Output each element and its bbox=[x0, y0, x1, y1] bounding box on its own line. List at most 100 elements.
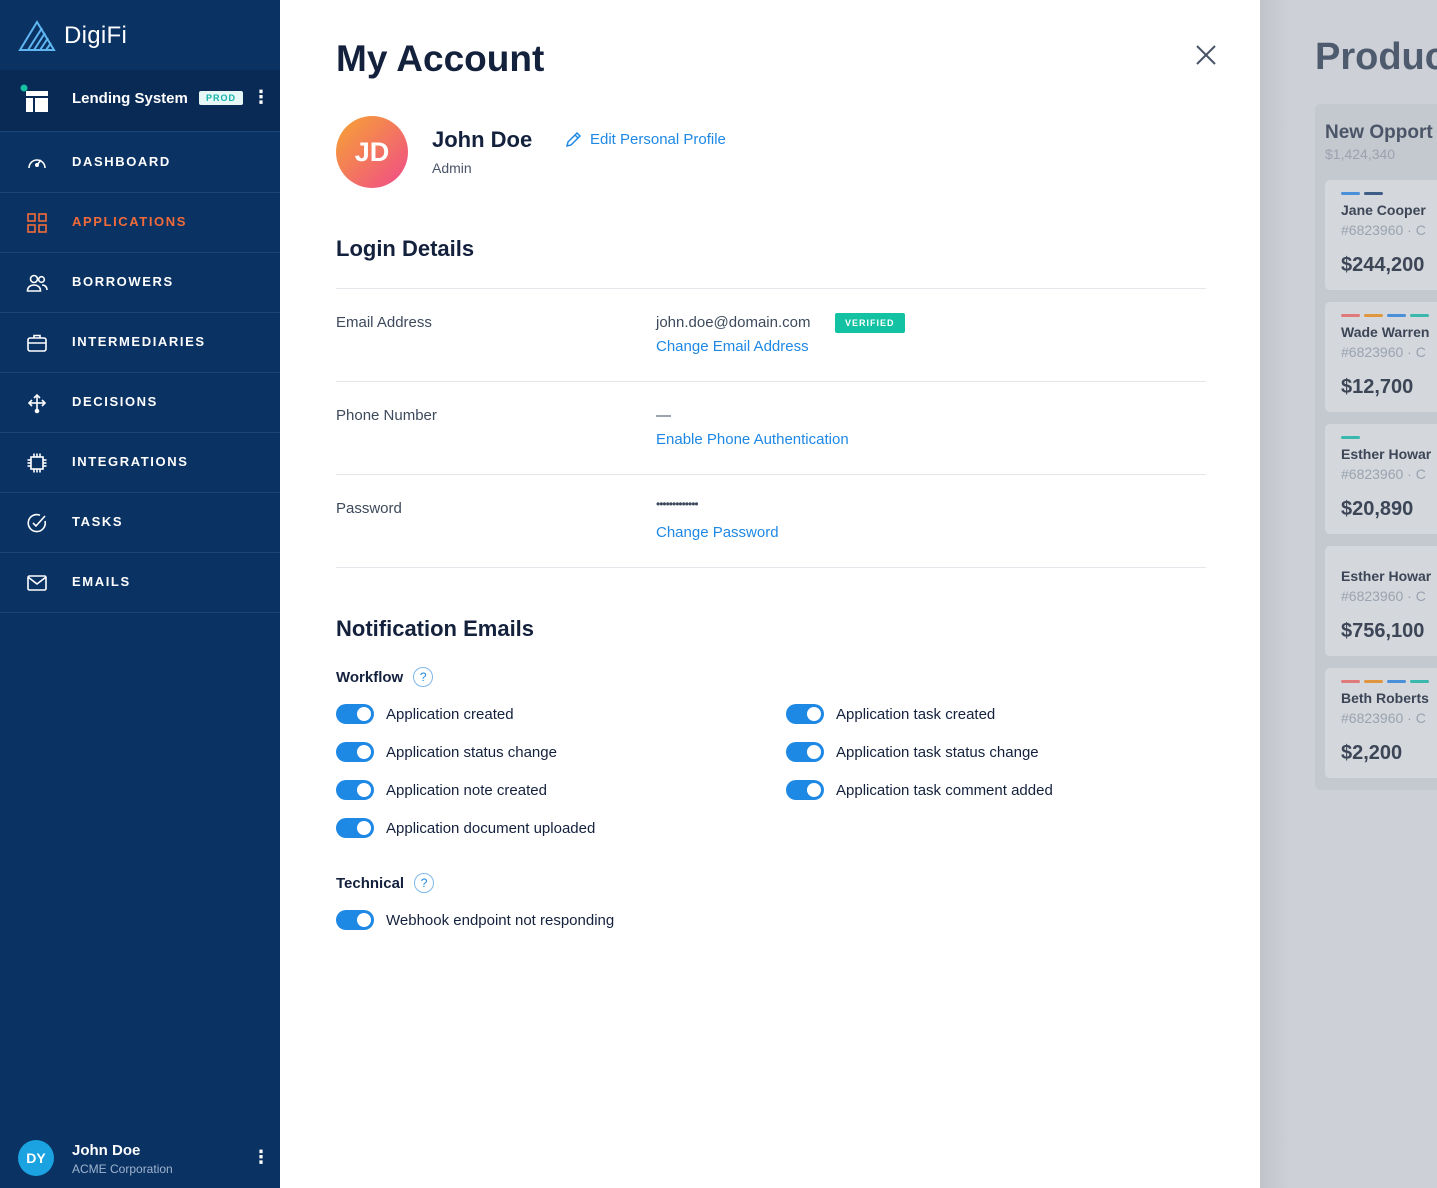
envelope-icon bbox=[27, 575, 47, 591]
toggle-switch[interactable] bbox=[786, 704, 824, 724]
notification-toggle-row: Application status change bbox=[336, 742, 557, 762]
brand-name: DigiFi bbox=[64, 22, 128, 49]
card-tag bbox=[1341, 436, 1360, 439]
toggle-switch[interactable] bbox=[336, 742, 374, 762]
change-password-link[interactable]: Change Password bbox=[656, 524, 779, 541]
card-tag bbox=[1410, 680, 1429, 683]
email-value: john.doe@domain.com bbox=[656, 314, 811, 331]
close-icon[interactable] bbox=[1190, 40, 1222, 72]
notification-toggle-row: Application document uploaded bbox=[336, 818, 595, 838]
sidebar-item-label: BORROWERS bbox=[72, 274, 174, 289]
card-tag bbox=[1410, 314, 1429, 317]
card-tag bbox=[1364, 192, 1383, 195]
technical-label: Technical bbox=[336, 874, 405, 892]
lending-system-icon bbox=[20, 84, 48, 112]
toggle-switch[interactable] bbox=[786, 742, 824, 762]
toggle-switch[interactable] bbox=[336, 780, 374, 800]
card-tag bbox=[1364, 314, 1383, 317]
users-icon bbox=[26, 274, 48, 292]
workflow-group-title: Workflow ? bbox=[336, 667, 434, 687]
opportunity-card: Esther Howar #6823960 · C $756,100 bbox=[1325, 546, 1437, 656]
toggle-switch[interactable] bbox=[786, 780, 824, 800]
system-name: Lending System bbox=[72, 90, 188, 107]
card-id: #6823960 · C bbox=[1341, 710, 1426, 726]
sidebar-item-dashboard[interactable]: DASHBOARD bbox=[0, 133, 280, 193]
divider bbox=[336, 474, 1206, 475]
sidebar-item-label: INTERMEDIARIES bbox=[72, 334, 206, 349]
opportunity-card: Beth Roberts #6823960 · C $2,200 bbox=[1325, 668, 1437, 778]
sidebar-item-applications[interactable]: APPLICATIONS bbox=[0, 193, 280, 253]
background-page-title: Produc bbox=[1315, 36, 1437, 78]
divider bbox=[336, 288, 1206, 289]
verified-badge: VERIFIED bbox=[835, 313, 905, 333]
toggle-label: Application task created bbox=[836, 705, 996, 723]
sidebar-item-label: DASHBOARD bbox=[72, 154, 171, 169]
toggle-switch[interactable] bbox=[336, 818, 374, 838]
opportunity-card: Esther Howar #6823960 · C $20,890 bbox=[1325, 424, 1437, 534]
card-tag bbox=[1387, 314, 1406, 317]
sidebar-item-tasks[interactable]: TASKS bbox=[0, 493, 280, 553]
sidebar-item-label: INTEGRATIONS bbox=[72, 454, 189, 469]
card-id: #6823960 · C bbox=[1341, 466, 1426, 482]
notification-emails-title: Notification Emails bbox=[336, 616, 535, 641]
system-switcher[interactable]: Lending System PROD ⋮ bbox=[0, 70, 280, 132]
pencil-icon bbox=[565, 131, 582, 148]
sidebar-item-borrowers[interactable]: BORROWERS bbox=[0, 253, 280, 313]
sidebar-item-label: APPLICATIONS bbox=[72, 214, 188, 229]
toggle-label: Application document uploaded bbox=[386, 819, 596, 837]
notification-toggle-row: Application task created bbox=[786, 704, 995, 724]
edit-profile-link[interactable]: Edit Personal Profile bbox=[565, 131, 726, 148]
card-tags bbox=[1341, 680, 1429, 683]
login-details-title: Login Details bbox=[336, 236, 475, 261]
user-company: ACME Corporation bbox=[72, 1162, 173, 1176]
chip-icon bbox=[27, 453, 47, 473]
email-label: Email Address bbox=[336, 314, 432, 331]
vertical-dots-icon[interactable]: ⋮ bbox=[252, 87, 270, 109]
sidebar-item-label: TASKS bbox=[72, 514, 124, 529]
environment-badge: PROD bbox=[199, 91, 244, 105]
sidebar-item-decisions[interactable]: DECISIONS bbox=[0, 373, 280, 433]
brand-logo[interactable]: DigiFi bbox=[18, 20, 127, 52]
enable-phone-auth-link[interactable]: Enable Phone Authentication bbox=[656, 431, 849, 448]
toggle-label: Application task comment added bbox=[836, 781, 1053, 799]
divider bbox=[336, 381, 1206, 382]
card-tag bbox=[1341, 314, 1360, 317]
card-name: Beth Roberts bbox=[1341, 690, 1429, 706]
sidebar-item-intermediaries[interactable]: INTERMEDIARIES bbox=[0, 313, 280, 373]
card-tags bbox=[1341, 192, 1383, 195]
my-account-panel: My Account JD John Doe Admin Edit Person… bbox=[280, 0, 1260, 1188]
sidebar-item-label: DECISIONS bbox=[72, 394, 158, 409]
opportunity-card: Jane Cooper #6823960 · C $244,200 bbox=[1325, 180, 1437, 290]
toggle-label: Application status change bbox=[386, 743, 557, 761]
card-id: #6823960 · C bbox=[1341, 588, 1426, 604]
sidebar-nav: DASHBOARD APPLICATIONS BORROWERS INTERME… bbox=[0, 133, 280, 613]
sidebar-item-emails[interactable]: EMAILS bbox=[0, 553, 280, 613]
panel-shadow bbox=[1260, 0, 1290, 1188]
toggle-switch[interactable] bbox=[336, 704, 374, 724]
divider bbox=[336, 567, 1206, 568]
notification-toggle-row: Application note created bbox=[336, 780, 547, 800]
digifi-logo-icon bbox=[18, 20, 56, 51]
profile-avatar: JD bbox=[336, 116, 408, 188]
technical-group-title: Technical ? bbox=[336, 873, 435, 893]
card-id: #6823960 · C bbox=[1341, 344, 1426, 360]
card-tags bbox=[1341, 436, 1360, 439]
card-amount: $756,100 bbox=[1341, 620, 1425, 642]
help-icon[interactable]: ? bbox=[414, 873, 435, 893]
branch-icon bbox=[27, 393, 47, 414]
current-user[interactable]: DY John Doe ACME Corporation ⋮ bbox=[0, 1130, 280, 1188]
vertical-dots-icon[interactable]: ⋮ bbox=[252, 1147, 270, 1169]
sidebar: DigiFi Lending System PROD ⋮ DASHBOARD A… bbox=[0, 0, 280, 1188]
card-name: Jane Cooper bbox=[1341, 202, 1426, 218]
notification-toggle-row: Application created bbox=[336, 704, 514, 724]
sidebar-item-integrations[interactable]: INTEGRATIONS bbox=[0, 433, 280, 493]
card-amount: $20,890 bbox=[1341, 498, 1414, 520]
phone-value: — bbox=[656, 407, 671, 424]
notification-toggle-row: Application task status change bbox=[786, 742, 1039, 762]
toggle-switch[interactable] bbox=[336, 910, 374, 930]
change-email-link[interactable]: Change Email Address bbox=[656, 338, 809, 355]
card-tag bbox=[1341, 680, 1360, 683]
opportunity-card: Wade Warren #6823960 · C $12,700 bbox=[1325, 302, 1437, 412]
card-name: Wade Warren bbox=[1341, 324, 1430, 340]
help-icon[interactable]: ? bbox=[413, 667, 434, 687]
